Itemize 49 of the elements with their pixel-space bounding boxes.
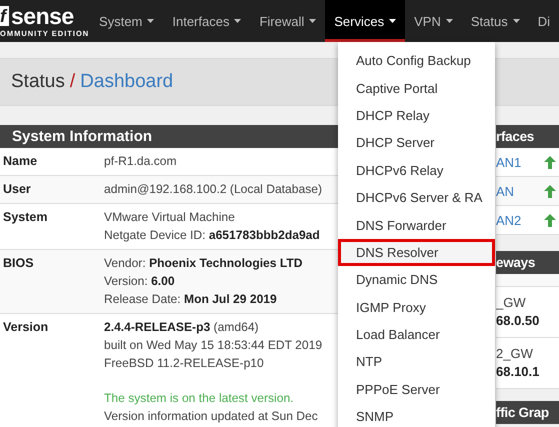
menu-item[interactable]: Auto Config Backup bbox=[338, 47, 495, 74]
menu-item[interactable]: DHCP Server bbox=[338, 129, 495, 157]
nav-menu-item[interactable]: VPN bbox=[405, 0, 462, 42]
row-value: pf-R1.da.com bbox=[104, 154, 177, 169]
nav-menu-item[interactable]: Services bbox=[325, 0, 406, 42]
row-value: VMware Virtual Machine bbox=[104, 210, 236, 225]
row-value: built on Wed May 15 18:53:44 EDT 2019 bbox=[104, 338, 322, 353]
row-value: admin@192.168.100.2 (Local Database) bbox=[104, 182, 322, 197]
gateway-name: _GW bbox=[496, 294, 527, 312]
panel-title: System Information bbox=[0, 125, 338, 148]
row-label: System bbox=[3, 210, 48, 226]
menu-item[interactable]: Captive Portal bbox=[338, 74, 495, 102]
panel-title: ffic Grap bbox=[496, 401, 559, 424]
row-value: Release Date: Mon Jul 29 2019 bbox=[104, 292, 278, 307]
row-label: Name bbox=[3, 154, 38, 169]
nav-menu-item[interactable]: Firewall bbox=[250, 0, 326, 42]
interface-link[interactable]: AN bbox=[496, 184, 514, 198]
gateway-address: 68.10.1 bbox=[496, 363, 540, 381]
gateway-address: 68.0.50 bbox=[496, 312, 540, 330]
menu-item[interactable]: Load Balancer bbox=[338, 320, 495, 348]
menu-item[interactable]: DNS Forwarder bbox=[338, 211, 495, 239]
menu-item[interactable]: Dynamic DNS bbox=[338, 266, 495, 294]
menu-item[interactable]: DHCP Relay bbox=[338, 102, 495, 130]
row-value: Version: 6.00 bbox=[104, 274, 176, 289]
row-value: Vendor: Phoenix Technologies LTD bbox=[104, 256, 302, 271]
breadcrumb-parent: Status bbox=[11, 71, 65, 93]
menu-item[interactable]: NTP bbox=[338, 348, 495, 376]
row-value: Netgate Device ID: a651783bbb2da9ad bbox=[104, 228, 320, 243]
menu-item[interactable]: DHCPv6 Relay bbox=[338, 156, 495, 184]
row-label: BIOS bbox=[3, 256, 35, 272]
menu-item[interactable]: IGMP Proxy bbox=[338, 294, 495, 321]
menu-item[interactable]: PPPoE Server bbox=[338, 376, 495, 404]
panel-title: eways bbox=[496, 251, 559, 274]
row-value: FreeBSD 11.2-RELEASE-p10 bbox=[104, 356, 265, 371]
menu-item[interactable]: SNMP bbox=[338, 403, 495, 427]
panel-title: rfaces bbox=[496, 125, 559, 148]
nav-menu-item[interactable]: Status bbox=[462, 0, 529, 42]
menu-item[interactable]: DHCPv6 Server & RA bbox=[338, 184, 495, 212]
row-value: Version information updated at Sun Dec bbox=[104, 409, 319, 424]
status-message: The system is on the latest version. bbox=[104, 391, 295, 406]
row-label: User bbox=[3, 182, 32, 197]
gateway-name: 2_GW bbox=[496, 345, 534, 363]
row-label: Version bbox=[3, 320, 50, 336]
nav-menu-item[interactable]: System bbox=[90, 0, 164, 42]
nav-menu-item[interactable]: Di bbox=[528, 0, 559, 42]
menu-item[interactable]: DNS Resolver bbox=[338, 238, 495, 266]
breadcrumb-separator: / bbox=[70, 71, 76, 93]
nav-menu-item[interactable]: Interfaces bbox=[163, 0, 250, 42]
row-value: 2.4.4-RELEASE-p3 (amd64) bbox=[104, 320, 260, 335]
